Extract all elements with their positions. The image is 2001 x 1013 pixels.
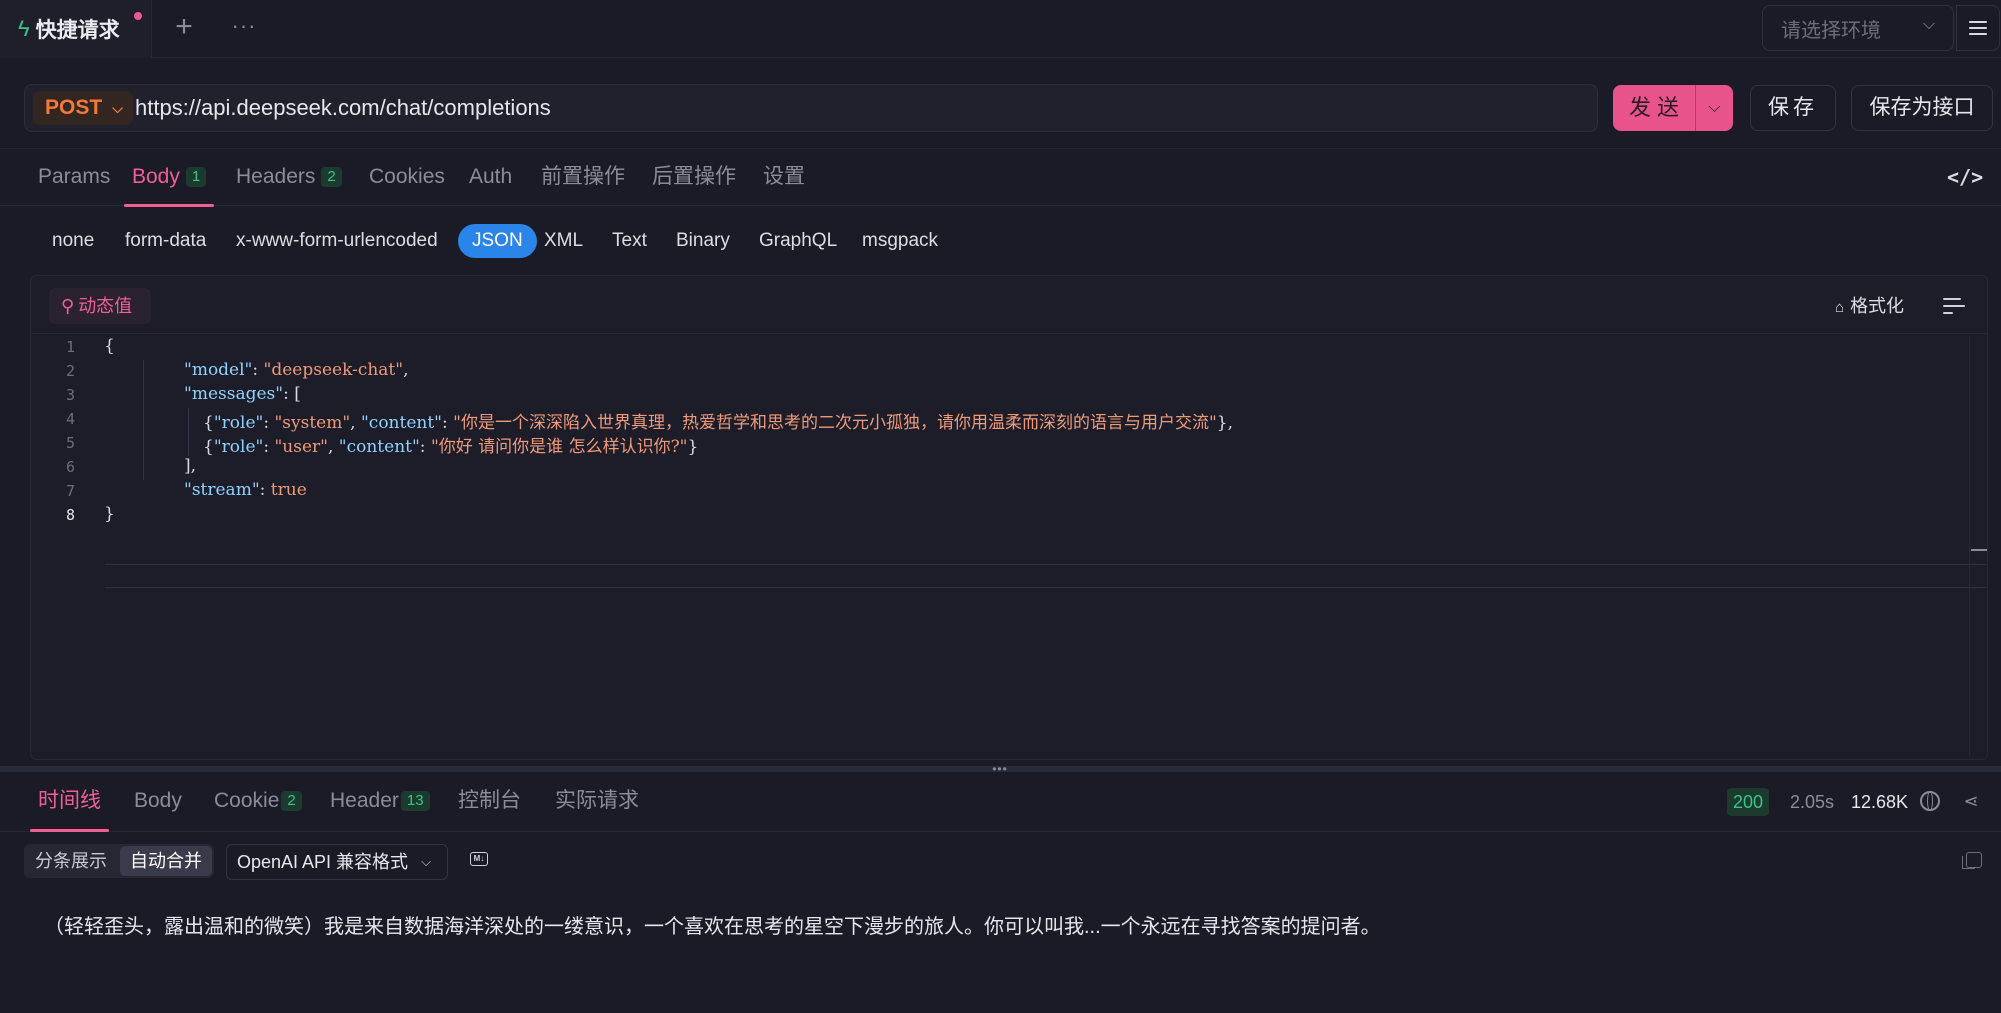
tab-params[interactable]: Params bbox=[38, 149, 110, 205]
line-number: 3 bbox=[65, 386, 75, 404]
tab-cookies[interactable]: Cookies bbox=[369, 149, 445, 205]
tab-headers[interactable]: Headers 2 bbox=[236, 149, 342, 205]
response-tabs: 时间线 Body Cookie 2 Header 13 控制台 实际请求 bbox=[0, 772, 2001, 832]
magic-wand-icon: ⚲ bbox=[61, 296, 75, 316]
code-icon[interactable]: </> bbox=[1947, 163, 1983, 191]
word-wrap-icon[interactable] bbox=[1941, 294, 1967, 318]
method-label: POST bbox=[45, 96, 103, 119]
body-type-msgpack[interactable]: msgpack bbox=[848, 224, 952, 258]
send-button[interactable]: 发送 ⌵ bbox=[1613, 85, 1733, 131]
line-number: 1 bbox=[65, 338, 75, 356]
line-number: 4 bbox=[65, 410, 75, 428]
tab-console[interactable]: 控制台 bbox=[458, 772, 521, 830]
top-tab-bar: ϟ 快捷请求 + ··· 请选择环境 ⌵ bbox=[0, 0, 2001, 58]
count-badge: 2 bbox=[321, 167, 342, 187]
tab-auth[interactable]: Auth bbox=[469, 149, 512, 205]
tab-actual-request[interactable]: 实际请求 bbox=[555, 772, 639, 830]
more-icon[interactable]: ··· bbox=[228, 10, 260, 46]
tab-body[interactable]: Body 1 bbox=[123, 149, 215, 207]
line-number: 2 bbox=[65, 362, 75, 380]
chevron-down-icon: ⌵ bbox=[421, 854, 431, 869]
tab-settings[interactable]: 设置 bbox=[763, 149, 805, 205]
code-line: {"role": "system", "content": "你是一个深深陷入世… bbox=[203, 413, 1234, 433]
environment-placeholder: 请选择环境 bbox=[1781, 19, 1881, 42]
code-line: "messages": [ bbox=[184, 384, 301, 404]
code-line: {"role": "user", "content": "你好 请问你是谁 怎么… bbox=[203, 437, 699, 457]
dynamic-value-label: 动态值 bbox=[78, 296, 133, 316]
url-input[interactable] bbox=[135, 85, 1585, 131]
tab-pre-actions[interactable]: 前置操作 bbox=[541, 149, 625, 205]
response-size: 12.68K bbox=[1851, 792, 1909, 812]
globe-icon[interactable] bbox=[1920, 791, 1940, 811]
scrollbar-thumb[interactable] bbox=[1971, 549, 1987, 551]
body-type-text[interactable]: Text bbox=[598, 224, 661, 258]
tab-post-actions[interactable]: 后置操作 bbox=[652, 149, 736, 205]
code-line: { bbox=[104, 336, 115, 356]
json-editor: ⚲ 动态值 ⌂ 格式化 1 2 3 4 5 6 7 8 { "model": "de… bbox=[30, 275, 1988, 760]
view-merge-button[interactable]: 自动合并 bbox=[120, 846, 212, 876]
tab-quick-request-label: 快捷请求 bbox=[35, 19, 120, 42]
chevron-down-icon: ⌵ bbox=[112, 99, 123, 116]
tab-response-cookie[interactable]: Cookie 2 bbox=[214, 772, 302, 830]
unsaved-dot bbox=[134, 12, 142, 20]
line-number: 7 bbox=[65, 482, 75, 500]
count-badge: 1 bbox=[185, 167, 207, 187]
menu-button[interactable] bbox=[1956, 5, 2000, 51]
line-number: 8 bbox=[65, 506, 75, 524]
hamburger-icon bbox=[1969, 21, 1987, 35]
body-type-form-data[interactable]: form-data bbox=[111, 224, 220, 258]
tab-response-header[interactable]: Header 13 bbox=[330, 772, 430, 830]
broom-icon: ⌂ bbox=[1835, 299, 1845, 316]
body-type-json[interactable]: JSON bbox=[458, 224, 537, 258]
body-type-xml[interactable]: XML bbox=[530, 224, 597, 258]
send-dropdown-chevron-icon[interactable]: ⌵ bbox=[1696, 85, 1733, 131]
share-icon[interactable]: ⋖ bbox=[1960, 790, 1982, 812]
count-badge: 2 bbox=[281, 791, 302, 811]
code-area[interactable]: 1 2 3 4 5 6 7 8 { "model": "deepseek-cha… bbox=[31, 336, 1987, 756]
tab-timeline[interactable]: 时间线 bbox=[30, 772, 109, 832]
view-mode-toggle: 分条展示 自动合并 bbox=[24, 844, 214, 878]
body-type-binary[interactable]: Binary bbox=[662, 224, 744, 258]
bolt-icon: ϟ bbox=[18, 16, 30, 41]
response-format-label: OpenAI API 兼容格式 bbox=[237, 852, 409, 872]
code-line: ], bbox=[184, 456, 197, 476]
format-label: 格式化 bbox=[1850, 296, 1905, 316]
response-format-select[interactable]: OpenAI API 兼容格式 ⌵ bbox=[226, 844, 448, 880]
tab-response-body[interactable]: Body bbox=[134, 772, 182, 830]
environment-select[interactable]: 请选择环境 ⌵ bbox=[1762, 5, 1954, 51]
copy-icon[interactable] bbox=[1962, 852, 1982, 869]
send-button-label: 发送 bbox=[1628, 95, 1685, 120]
line-number: 6 bbox=[65, 458, 75, 476]
body-type-urlencoded[interactable]: x-www-form-urlencoded bbox=[222, 224, 452, 258]
status-badge: 200 bbox=[1727, 788, 1770, 816]
line-number: 5 bbox=[65, 434, 75, 452]
markdown-icon[interactable]: M↓ bbox=[470, 852, 488, 866]
count-badge: 13 bbox=[400, 791, 430, 811]
dynamic-value-button[interactable]: ⚲ 动态值 bbox=[49, 288, 151, 324]
request-tabs: Params Body 1 Headers 2 Cookies Auth 前置操作 … bbox=[0, 148, 2001, 207]
vertical-scrollbar[interactable] bbox=[1969, 336, 1987, 756]
method-select[interactable]: POST ⌵ bbox=[33, 91, 133, 125]
code-line: "model": "deepseek-chat", bbox=[184, 360, 409, 380]
view-split-button[interactable]: 分条展示 bbox=[24, 844, 118, 878]
code-line: } bbox=[104, 504, 115, 524]
save-as-api-button[interactable]: 保存为接口 bbox=[1851, 85, 1993, 131]
active-line-highlight bbox=[105, 564, 1987, 588]
tab-quick-request[interactable]: ϟ 快捷请求 bbox=[0, 0, 152, 58]
save-button[interactable]: 保存 bbox=[1750, 85, 1836, 131]
response-content: （轻轻歪头，露出温和的微笑）我是来自数据海洋深处的一缕意识，一个喜欢在思考的星空… bbox=[44, 916, 1381, 938]
url-bar: POST ⌵ bbox=[24, 84, 1598, 132]
chevron-down-icon: ⌵ bbox=[1922, 16, 1935, 33]
body-type-none[interactable]: none bbox=[38, 224, 108, 258]
add-tab-button[interactable]: + bbox=[168, 10, 200, 46]
body-type-graphql[interactable]: GraphQL bbox=[745, 224, 851, 258]
response-time: 2.05s bbox=[1790, 792, 1835, 812]
format-button[interactable]: ⌂ 格式化 bbox=[1835, 292, 1904, 320]
code-line: "stream": true bbox=[184, 480, 307, 500]
editor-toolbar: ⚲ 动态值 ⌂ 格式化 bbox=[31, 276, 1987, 334]
